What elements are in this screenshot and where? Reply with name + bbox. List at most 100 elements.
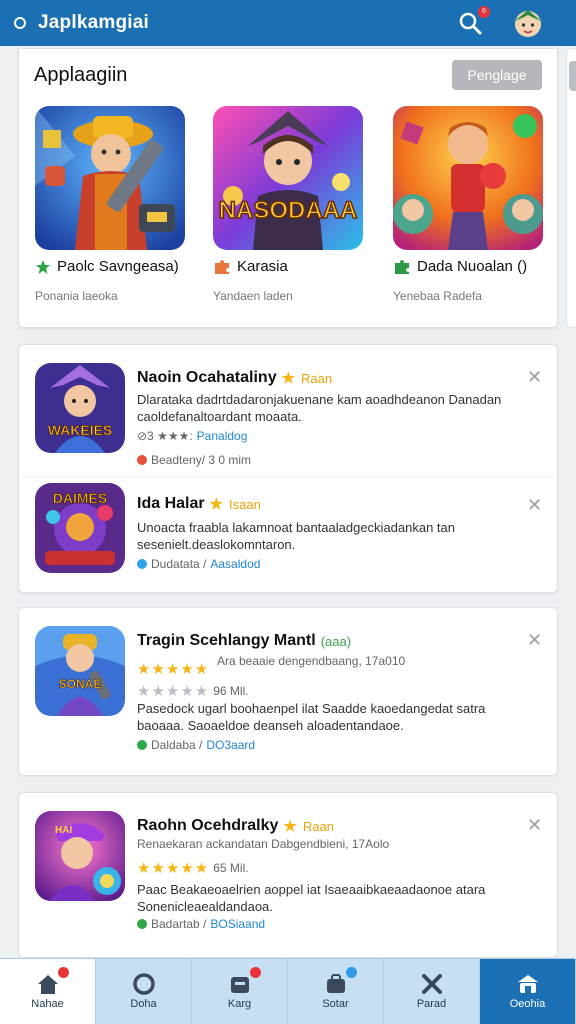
size-meta: ★★★★★ 96 Mll. — [137, 682, 249, 700]
star-icon: ★ — [283, 818, 298, 835]
tab-badge — [346, 967, 357, 978]
tab-home[interactable]: Nahae — [0, 959, 96, 1024]
publisher-link[interactable]: Aasaldod — [210, 557, 260, 571]
puzzle-icon — [215, 259, 229, 274]
publisher-link[interactable]: BOSiaand — [210, 917, 265, 931]
tab-6[interactable]: Oeohia — [480, 959, 576, 1024]
extra-text: Beadteny/ 3 0 mim — [151, 453, 252, 467]
tab-badge — [250, 967, 261, 978]
tab-2[interactable]: Doha — [96, 959, 192, 1024]
fire-icon — [137, 455, 147, 465]
close-icon[interactable]: ✕ — [527, 630, 542, 651]
list-item[interactable]: WAKEIES Naoin Ocahataliny ★ Raan Dlarata… — [19, 345, 557, 475]
app-description: Pasedock ugarl boohaenpel ilat Saadde ka… — [137, 701, 486, 733]
next-panel-peek — [566, 48, 576, 328]
shield-icon — [137, 740, 147, 750]
circle-icon — [132, 973, 155, 995]
star-icon: ★ — [281, 370, 297, 387]
app-title: Ida Halar ★ Isaan — [137, 495, 261, 513]
app-badge: Raan — [301, 370, 333, 386]
star-icon — [36, 259, 50, 274]
tab-label: Oeohia — [509, 998, 546, 1010]
tab-3[interactable]: Karg — [192, 959, 288, 1024]
tools-icon — [421, 974, 442, 994]
featured-name-text: Paolc Savngeasa) — [57, 258, 179, 275]
publisher-link[interactable]: DO3aard — [206, 738, 255, 752]
bottom-tab-bar: Nahae Doha Karg Sotar Parad Oeohia — [0, 958, 576, 1024]
app-list-card: WAKEIES Naoin Ocahataliny ★ Raan Dlarata… — [18, 344, 558, 593]
tab-label: Parad — [416, 998, 447, 1010]
profile-icon — [517, 975, 538, 993]
featured-card-title: Karasia — [213, 258, 288, 275]
publisher-link[interactable]: Panaldog — [197, 429, 248, 443]
app-title: Japlkamgiai — [38, 12, 149, 33]
app-meta: Dudatata / Aasaldod — [137, 557, 260, 571]
featured-card-subtitle: Yenebaa Radefa — [393, 289, 482, 303]
app-list-card: HAI Raohn Ocehdralky ★ Raan Renaekaran a… — [18, 792, 558, 958]
app-title-text: Ida Halar — [137, 495, 205, 512]
list-item[interactable]: SONAE Tragin Scehlangy Mantl (aaa) Ara b… — [19, 608, 557, 775]
close-icon[interactable]: ✕ — [527, 495, 542, 516]
section-title: Applaagiin — [34, 64, 128, 86]
featured-card-title: Dada Nuoalan () — [393, 258, 527, 275]
tab-badge — [58, 967, 69, 978]
star-rating: ★★★★★ — [137, 661, 210, 678]
app-title-text: Raohn Ocehdralky — [137, 817, 279, 834]
app-description: Dlarataka dadrtdadaronjakuenane kam aoad… — [137, 392, 502, 424]
featured-name-text: Karasia — [237, 258, 288, 275]
game-thumbnail: NASODAAA — [213, 106, 363, 250]
meta-text: Dudatata / — [151, 557, 207, 571]
peek-button — [569, 61, 576, 91]
meta-text: Daldaba / — [151, 738, 203, 752]
app-icon: HAI — [35, 811, 125, 901]
info-icon — [137, 559, 147, 569]
icon-logo-text: WAKEIES — [48, 422, 113, 438]
game-thumbnail — [393, 106, 543, 250]
list-item[interactable]: DAIMES Ida Halar ★ Isaan Unoacta fraabla… — [19, 477, 557, 592]
app-title: Tragin Scehlangy Mantl (aaa) — [137, 632, 351, 650]
app-title: Raohn Ocehdralky ★ Raan — [137, 817, 334, 835]
star-rating: ★★★★★ — [137, 860, 210, 877]
notification-badge: 6 — [478, 6, 490, 18]
puzzle-icon — [395, 259, 409, 274]
shop-icon — [326, 974, 345, 993]
tab-label: Doha — [130, 998, 157, 1010]
tab-label: Sotar — [322, 998, 349, 1010]
avatar[interactable] — [512, 7, 544, 39]
featured-card-subtitle: Yandaen laden — [213, 289, 293, 303]
star-icon: ★ — [209, 496, 225, 513]
featured-card-title: Paolc Savngeasa) — [35, 258, 179, 275]
tab-label: Nahae — [31, 998, 64, 1010]
app-extra-meta: Beadteny/ 3 0 mim — [137, 453, 251, 467]
featured-panel: Applaagiin Penglage Paolc Savngeasa) Pon… — [18, 48, 558, 328]
star-rating-grey: ★★★★★ — [137, 683, 210, 700]
app-badge: Isaan — [229, 496, 261, 512]
featured-card[interactable]: Paolc Savngeasa) Ponania laeoka — [35, 106, 195, 303]
tab-label: Karg — [227, 998, 252, 1010]
app-icon: DAIMES — [35, 483, 125, 573]
icon-logo-text: HAI — [55, 825, 72, 836]
featured-card[interactable]: NASODAAA Karasia Yandaen laden — [213, 106, 373, 303]
app-meta: Daldaba / DO3aard — [137, 738, 255, 752]
close-icon[interactable]: ✕ — [527, 367, 542, 388]
featured-card[interactable]: Dada Nuoalan () Yenebaa Radefa — [393, 106, 553, 303]
app-meta: Badartab / BOSiaand — [137, 917, 265, 931]
featured-card-subtitle: Ponania laeoka — [35, 289, 118, 303]
rating: ★★★★★ 65 Mil. — [137, 859, 249, 877]
game-thumbnail — [35, 106, 185, 250]
rating-text: ⊘3 ★★★: — [137, 429, 193, 443]
file-size: 96 Mll. — [213, 684, 249, 698]
home-icon — [37, 975, 58, 994]
featured-name-text: Dada Nuoalan () — [417, 258, 528, 275]
close-icon[interactable]: ✕ — [527, 815, 542, 836]
shield-icon — [137, 919, 147, 929]
app-icon: SONAE — [35, 626, 125, 716]
app-title: Naoin Ocahataliny ★ Raan — [137, 369, 332, 387]
featured-action-button[interactable]: Penglage — [452, 60, 542, 90]
list-item[interactable]: HAI Raohn Ocehdralky ★ Raan Renaekaran a… — [19, 793, 557, 957]
tab-5[interactable]: Parad — [384, 959, 480, 1024]
app-badge: (aaa) — [320, 633, 352, 649]
bag-icon — [230, 977, 249, 993]
tab-4[interactable]: Sotar — [288, 959, 384, 1024]
app-subtitle: Renaekaran ackandatan Dabgendbieni, 17Ao… — [137, 837, 390, 851]
